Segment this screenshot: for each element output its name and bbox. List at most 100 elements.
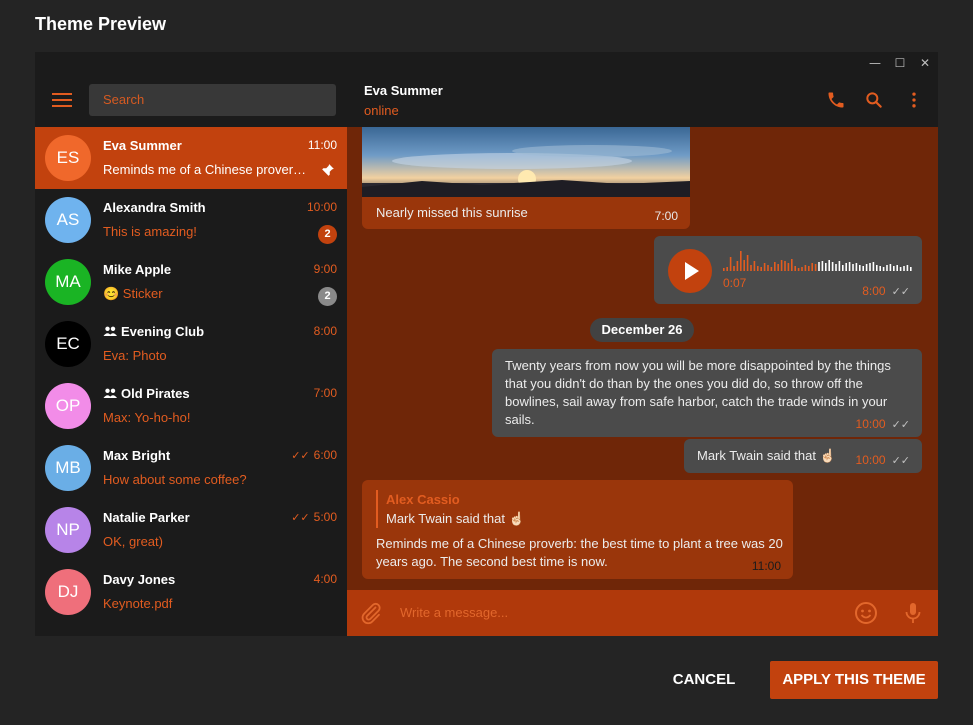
waveform-bar: [787, 263, 790, 271]
waveform-bar: [753, 261, 756, 271]
waveform-bar: [899, 267, 902, 271]
waveform-bar: [896, 265, 898, 271]
double-check-icon: ✓✓: [291, 511, 310, 524]
chat-list-item[interactable]: NP Natalie Parker ✓✓ 5:00 OK, great): [35, 499, 347, 561]
waveform-bar: [733, 266, 735, 271]
reply-author[interactable]: Alex Cassio: [386, 492, 460, 507]
message-time: 11:00: [751, 559, 781, 573]
waveform-bar: [852, 264, 854, 271]
outgoing-message[interactable]: Mark Twain said that ☝🏻 10:00 ✓✓: [684, 439, 922, 473]
peer-name[interactable]: Eva Summer: [364, 83, 443, 98]
minimize-icon[interactable]: —: [867, 55, 883, 71]
chat-list-item[interactable]: EC Evening Club 8:00 Eva: Photo: [35, 313, 347, 375]
chat-preview: Keynote.pdf: [103, 596, 173, 611]
chat-preview: Max: Yo-ho-ho!: [103, 410, 191, 425]
double-check-icon: ✓✓: [891, 418, 910, 431]
photo-caption: Nearly missed this sunrise: [376, 205, 528, 220]
avatar: OP: [45, 383, 91, 429]
chat-list-item[interactable]: MB Max Bright ✓✓ 6:00 How about some coffee?: [35, 437, 347, 499]
voice-message[interactable]: 0:07 8:00 ✓✓: [654, 236, 922, 304]
reply-message[interactable]: Alex Cassio Mark Twain said that ☝🏻 Remi…: [362, 480, 793, 579]
chat-list-sidebar: Search ES Eva Summer 11:00 Reminds me of a …: [35, 74, 347, 636]
play-button[interactable]: [668, 249, 712, 293]
date-separator: December 26: [590, 318, 694, 342]
avatar: MB: [45, 445, 91, 491]
cancel-button[interactable]: CANCEL: [656, 661, 752, 699]
dialog-title: Theme Preview: [35, 14, 167, 34]
message-text: Reminds me of a Chinese proverb: the bes…: [376, 536, 783, 569]
waveform-bar: [845, 263, 847, 271]
waveform-bar: [859, 265, 861, 271]
outgoing-message[interactable]: Twenty years from now you will be more d…: [492, 349, 922, 437]
attach-icon[interactable]: [359, 601, 383, 625]
phone-icon[interactable]: [826, 90, 846, 110]
double-check-icon: ✓✓: [891, 454, 910, 467]
waveform-bar: [729, 257, 732, 271]
waveform-bar: [838, 261, 841, 271]
reply-bar: [376, 490, 378, 528]
waveform-bar: [879, 266, 881, 271]
chat-name-text: Mike Apple: [103, 262, 172, 277]
chat-time-text: 7:00: [313, 386, 337, 400]
voice-duration: 0:07: [723, 276, 747, 290]
sunrise-photo[interactable]: [362, 127, 690, 197]
waveform-bar: [801, 267, 803, 271]
waveform-bar: [743, 260, 745, 271]
chat-list-item[interactable]: AS Alexandra Smith 10:00 This is amazing! 2: [35, 189, 347, 251]
waveform-bar: [814, 264, 817, 271]
voice-waveform[interactable]: [723, 247, 923, 271]
waveform-bar: [797, 268, 800, 271]
waveform-bar: [882, 267, 885, 271]
message-time: 10:00 ✓✓: [855, 417, 910, 431]
waveform-bar: [746, 255, 749, 271]
emoji-icon[interactable]: [854, 601, 878, 625]
chat-name: Davy Jones: [103, 572, 175, 587]
chat-time-text: 6:00: [313, 448, 337, 462]
waveform-bar: [825, 263, 827, 271]
waveform-bar: [780, 260, 783, 271]
chat-preview: Reminds me of a Chinese proverb: the bes…: [103, 162, 309, 177]
photo-message[interactable]: Nearly missed this sunrise 7:00: [362, 127, 690, 229]
mic-icon[interactable]: [901, 601, 925, 625]
avatar: DJ: [45, 569, 91, 615]
chat-list-item[interactable]: ES Eva Summer 11:00 Reminds me of a Chinese…: [35, 127, 347, 189]
waveform-bar: [876, 265, 878, 271]
search-icon[interactable]: [864, 90, 884, 110]
menu-icon[interactable]: [52, 93, 72, 107]
waveform-bar: [842, 265, 844, 271]
waveform-bar: [760, 267, 762, 271]
waveform-bar: [723, 268, 725, 271]
compose-bar: Write a message...: [347, 590, 938, 636]
chat-time: ✓✓ 5:00: [291, 510, 337, 524]
message-input[interactable]: Write a message...: [400, 605, 508, 620]
waveform-bar: [763, 263, 766, 271]
search-input[interactable]: Search: [89, 84, 336, 116]
chat-preview: How about some coffee?: [103, 472, 247, 487]
waveform-bar: [777, 264, 779, 271]
chat-list-item[interactable]: OP Old Pirates 7:00 Max: Yo-ho-ho!: [35, 375, 347, 437]
peer-status: online: [364, 103, 399, 118]
apply-theme-button[interactable]: APPLY THIS THEME: [770, 661, 938, 699]
waveform-bar: [740, 251, 742, 271]
chat-list-item[interactable]: MA Mike Apple 9:00 😊 Sticker 2: [35, 251, 347, 313]
close-icon[interactable]: ✕: [917, 55, 933, 71]
double-check-icon: ✓✓: [291, 449, 310, 462]
chat-name: Max Bright: [103, 448, 170, 463]
waveform-bar: [767, 265, 769, 271]
chat-time-text: 9:00: [313, 262, 337, 276]
waveform-bar: [862, 266, 864, 271]
chat-name: Natalie Parker: [103, 510, 190, 525]
chat-name-text: Evening Club: [121, 324, 205, 339]
chat-panel: Eva Summer online Nearly missed this sun…: [347, 74, 938, 636]
preview-window: — ☐ ✕ Search ES Eva Summer 11:00 Reminds me…: [35, 52, 938, 636]
chat-name: Mike Apple: [103, 262, 171, 277]
maximize-icon[interactable]: ☐: [892, 55, 908, 71]
chat-name-text: Eva Summer: [103, 138, 182, 153]
more-vert-icon[interactable]: [904, 90, 924, 110]
chat-time: 11:00: [308, 138, 337, 152]
avatar: EC: [45, 321, 91, 367]
waveform-bar: [855, 263, 858, 271]
chat-time: 7:00: [314, 386, 337, 400]
waveform-bar: [794, 266, 796, 271]
chat-list-item[interactable]: DJ Davy Jones 4:00 Keynote.pdf: [35, 561, 347, 623]
